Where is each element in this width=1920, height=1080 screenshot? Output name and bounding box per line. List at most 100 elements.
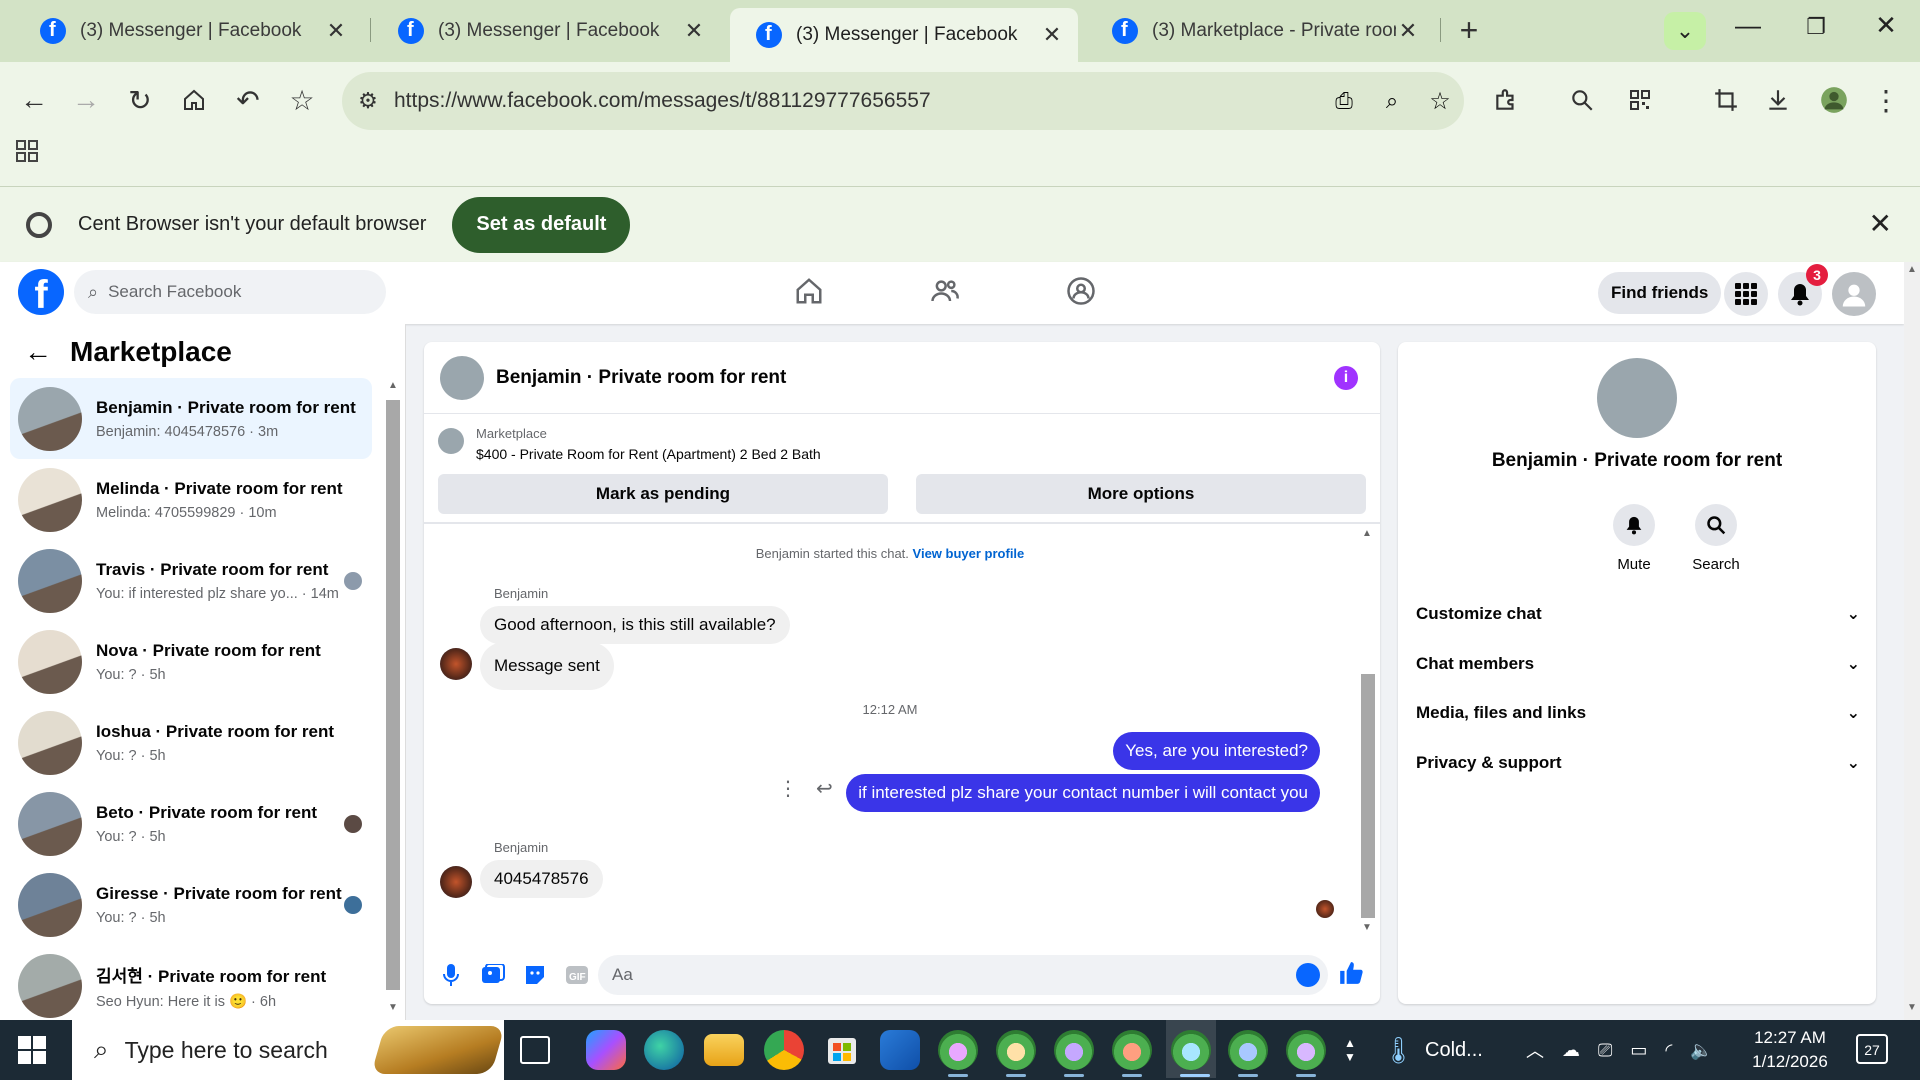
crop-screenshot-icon[interactable] <box>1706 80 1746 120</box>
close-tab-icon[interactable]: ✕ <box>1396 18 1420 44</box>
taskbar-scroll-arrows[interactable]: ▲ ▼ <box>1344 1020 1356 1080</box>
taskbar-clock[interactable]: 12:27 AM 1/12/2026 <box>1730 1026 1850 1074</box>
facebook-logo-icon[interactable]: f <box>18 269 64 315</box>
file-explorer-icon[interactable] <box>704 1034 744 1066</box>
onedrive-cloud-icon[interactable]: ☁ <box>1562 1040 1580 1061</box>
mute-button[interactable]: Mute <box>1594 504 1674 573</box>
microsoft-store-icon[interactable] <box>822 1030 862 1070</box>
sticker-icon[interactable] <box>520 960 550 990</box>
weather-widget[interactable]: 🌡 Cold... <box>1382 1020 1483 1080</box>
browser-tab[interactable]: (3) Messenger | Facebook ✕ <box>372 10 720 52</box>
windows-start-icon[interactable] <box>18 1036 46 1064</box>
cent-browser-profile-icon[interactable] <box>1286 1030 1326 1070</box>
show-hidden-icons-chevron-icon[interactable]: ︿ <box>1526 1037 1544 1063</box>
groups-nav-icon[interactable] <box>1066 276 1102 312</box>
url-text[interactable]: https://www.facebook.com/messages/t/8811… <box>394 89 1320 113</box>
browser-tab-active[interactable]: (3) Messenger | Facebook ✕ <box>730 8 1078 62</box>
scroll-down-arrow-icon[interactable]: ▼ <box>1362 922 1372 933</box>
forward-arrow-icon[interactable]: → <box>66 80 106 120</box>
incoming-message[interactable]: Message sent <box>480 642 614 690</box>
scroll-up-arrow-icon[interactable]: ▲ <box>1362 528 1372 539</box>
site-settings-icon[interactable]: ⚙ <box>342 88 394 114</box>
conversation-item[interactable]: Giresse · Private room for rent You: ? ·… <box>10 864 372 945</box>
outgoing-message[interactable]: if interested plz share your contact num… <box>846 774 1320 812</box>
bookmark-star-icon[interactable]: ☆ <box>282 80 322 120</box>
chevron-up-icon[interactable]: ▲ <box>1344 1036 1356 1050</box>
emoji-picker-icon[interactable] <box>1296 963 1320 987</box>
conversation-item[interactable]: Ioshua · Private room for rent You: ? · … <box>10 702 372 783</box>
set-as-default-button[interactable]: Set as default <box>452 196 631 253</box>
more-options-button[interactable]: More options <box>916 474 1366 514</box>
sidebar-scrollbar[interactable]: ▲ ▼ <box>382 378 404 1018</box>
tab-search-chevron-icon[interactable]: ⌄ <box>1664 12 1706 50</box>
device-icon[interactable]: ⎚ <box>1598 1040 1612 1061</box>
cent-browser-profile-icon[interactable] <box>1171 1030 1211 1070</box>
back-arrow-icon[interactable]: ← <box>14 80 54 120</box>
close-infobar-icon[interactable]: ✕ <box>1869 207 1892 240</box>
conversation-item[interactable]: Benjamin · Private room for rent Benjami… <box>10 378 372 459</box>
apps-grid-icon[interactable] <box>16 138 38 169</box>
photo-attach-icon[interactable] <box>478 960 508 990</box>
zoom-icon[interactable]: ⌕ <box>1368 88 1416 114</box>
page-scrollbar[interactable]: ▲ ▼ <box>1904 262 1920 1020</box>
gif-icon[interactable]: GIF <box>562 960 592 990</box>
close-tab-icon[interactable]: ✕ <box>324 18 348 44</box>
friends-nav-icon[interactable] <box>930 276 966 312</box>
minimize-icon[interactable]: — <box>1728 10 1768 41</box>
chat-title[interactable]: Benjamin · Private room for rent <box>496 367 786 389</box>
reload-icon[interactable]: ↻ <box>120 80 160 120</box>
sender-avatar[interactable] <box>440 648 472 680</box>
browser-tab[interactable]: (3) Messenger | Facebook ✕ <box>14 10 362 52</box>
restore-icon[interactable]: ❐ <box>1796 14 1836 40</box>
conversation-item[interactable]: 김서현 · Private room for rent Seo Hyun: He… <box>10 945 372 1026</box>
undo-icon[interactable]: ↶ <box>228 80 268 120</box>
bookmark-star-icon[interactable]: ☆ <box>1416 87 1464 116</box>
facebook-search-input[interactable]: ⌕ Search Facebook <box>74 270 386 314</box>
scroll-up-arrow-icon[interactable]: ▲ <box>1907 264 1917 275</box>
scroll-down-arrow-icon[interactable]: ▼ <box>388 1002 398 1013</box>
chat-scrollbar[interactable]: ▲ ▼ <box>1356 526 1380 938</box>
thumbs-up-like-icon[interactable] <box>1338 960 1364 991</box>
search-icon[interactable] <box>1562 80 1602 120</box>
taskbar-search-box[interactable]: ⌕ Type here to search <box>72 1020 505 1080</box>
account-avatar-icon[interactable] <box>1832 272 1876 316</box>
chat-members-section[interactable]: Chat members ⌄ <box>1416 644 1860 684</box>
back-arrow-icon[interactable]: ← <box>24 336 52 368</box>
task-view-icon[interactable] <box>520 1036 550 1064</box>
conversation-item[interactable]: Travis · Private room for rent You: if i… <box>10 540 372 621</box>
conversation-item[interactable]: Nova · Private room for rent You: ? · 5h <box>10 621 372 702</box>
window-close-icon[interactable]: ✕ <box>1866 10 1906 41</box>
browser-tab[interactable]: (3) Marketplace - Private room ✕ <box>1086 10 1434 52</box>
close-tab-icon[interactable]: ✕ <box>682 18 706 44</box>
reply-icon[interactable]: ↩ <box>816 776 833 801</box>
customize-chat-section[interactable]: Customize chat ⌄ <box>1416 594 1860 634</box>
chat-avatar-large[interactable] <box>1597 358 1677 438</box>
privacy-support-section[interactable]: Privacy & support ⌄ <box>1416 743 1860 783</box>
incoming-message[interactable]: Good afternoon, is this still available? <box>480 606 790 644</box>
speaker-icon[interactable]: 🔈 <box>1690 1040 1712 1061</box>
view-buyer-profile-link[interactable]: View buyer profile <box>913 546 1025 561</box>
home-nav-icon[interactable] <box>794 276 830 312</box>
chat-avatar[interactable] <box>440 355 484 400</box>
outgoing-message[interactable]: Yes, are you interested? <box>1113 732 1320 770</box>
outlook-icon[interactable] <box>880 1030 920 1070</box>
new-tab-button[interactable]: + <box>1452 12 1486 49</box>
more-actions-icon[interactable]: ⋮ <box>778 776 798 801</box>
install-app-icon[interactable]: ⎙ <box>1320 88 1368 114</box>
listing-thumbnail[interactable] <box>438 428 464 454</box>
browser-menu-icon[interactable]: ⋮ <box>1866 80 1906 120</box>
copilot-icon[interactable] <box>586 1030 626 1070</box>
download-icon[interactable] <box>1758 80 1798 120</box>
notification-center-icon[interactable]: 27 <box>1856 1034 1888 1064</box>
menu-grid-icon[interactable] <box>1724 272 1768 316</box>
listing-title[interactable]: $400 - Private Room for Rent (Apartment)… <box>476 446 821 462</box>
message-input[interactable]: Aa <box>598 955 1328 995</box>
cent-browser-profile-icon[interactable] <box>938 1030 978 1070</box>
scroll-up-arrow-icon[interactable]: ▲ <box>388 380 398 391</box>
chrome-icon[interactable] <box>764 1030 804 1070</box>
profile-avatar-icon[interactable] <box>1814 80 1854 120</box>
info-icon[interactable]: i <box>1334 366 1358 390</box>
incoming-message[interactable]: 4045478576 <box>480 860 603 898</box>
microphone-icon[interactable] <box>436 960 466 990</box>
conversation-item[interactable]: Beto · Private room for rent You: ? · 5h <box>10 783 372 864</box>
